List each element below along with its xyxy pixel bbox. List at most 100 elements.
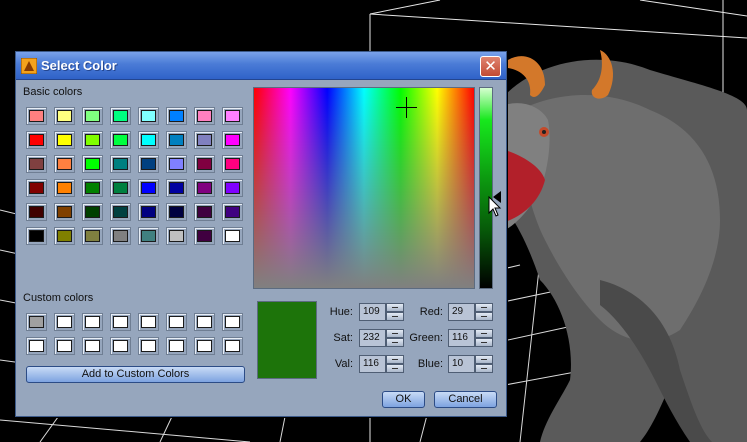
basic-color-swatch[interactable] <box>222 131 243 149</box>
basic-color-swatch[interactable] <box>82 155 103 173</box>
basic-color-swatch[interactable] <box>26 107 47 125</box>
basic-color-swatch[interactable] <box>54 203 75 221</box>
color-spectrum[interactable] <box>253 87 475 289</box>
custom-color-swatch[interactable] <box>138 337 159 355</box>
red-down-button[interactable] <box>475 312 493 321</box>
luminance-bar[interactable] <box>479 87 493 289</box>
basic-color-swatch[interactable] <box>26 131 47 149</box>
basic-color-swatch[interactable] <box>138 203 159 221</box>
basic-color-swatch[interactable] <box>222 179 243 197</box>
custom-color-swatch[interactable] <box>194 313 215 331</box>
custom-color-swatch[interactable] <box>26 337 47 355</box>
blue-value[interactable]: 10 <box>448 355 475 373</box>
basic-color-swatch-fill <box>169 230 184 242</box>
custom-colors-label: Custom colors <box>23 292 94 304</box>
val-value[interactable]: 116 <box>359 355 386 373</box>
basic-color-swatch[interactable] <box>138 131 159 149</box>
basic-color-swatch[interactable] <box>110 203 131 221</box>
basic-color-swatch[interactable] <box>54 227 75 245</box>
basic-color-swatch[interactable] <box>110 227 131 245</box>
custom-color-swatch[interactable] <box>82 337 103 355</box>
basic-color-swatch[interactable] <box>110 131 131 149</box>
custom-color-swatch[interactable] <box>26 313 47 331</box>
basic-color-swatch[interactable] <box>138 155 159 173</box>
close-button[interactable]: ✕ <box>480 56 501 77</box>
title-bar[interactable]: Select Color ✕ <box>16 52 506 80</box>
blue-up-button[interactable] <box>475 355 493 364</box>
sat-label: Sat: <box>333 332 353 344</box>
basic-color-swatch[interactable] <box>166 203 187 221</box>
custom-color-swatch-fill <box>29 340 44 352</box>
green-spinbox[interactable]: 116 <box>448 329 494 347</box>
basic-color-swatch-fill <box>169 110 184 122</box>
basic-color-swatch[interactable] <box>222 107 243 125</box>
basic-color-swatch-fill <box>85 182 100 194</box>
basic-color-swatch[interactable] <box>166 227 187 245</box>
hue-spinbox[interactable]: 109 <box>359 303 405 321</box>
basic-color-swatch[interactable] <box>166 131 187 149</box>
basic-color-swatch[interactable] <box>138 107 159 125</box>
blue-spinbox[interactable]: 10 <box>448 355 494 373</box>
red-up-button[interactable] <box>475 303 493 312</box>
red-spinbox[interactable]: 29 <box>448 303 494 321</box>
sat-value[interactable]: 232 <box>359 329 386 347</box>
basic-color-swatch[interactable] <box>26 179 47 197</box>
cancel-button[interactable]: Cancel <box>434 391 497 408</box>
basic-color-swatch[interactable] <box>222 203 243 221</box>
basic-color-swatch[interactable] <box>26 227 47 245</box>
basic-color-swatch[interactable] <box>110 107 131 125</box>
green-up-button[interactable] <box>475 329 493 338</box>
basic-color-swatch[interactable] <box>166 179 187 197</box>
ok-button[interactable]: OK <box>382 391 425 408</box>
green-down-button[interactable] <box>475 338 493 347</box>
add-to-custom-colors-button[interactable]: Add to Custom Colors <box>26 366 245 383</box>
basic-color-swatch[interactable] <box>82 227 103 245</box>
custom-color-swatch[interactable] <box>166 337 187 355</box>
custom-color-swatch[interactable] <box>110 313 131 331</box>
basic-color-swatch-fill <box>141 110 156 122</box>
basic-color-swatch[interactable] <box>194 155 215 173</box>
basic-color-swatch[interactable] <box>194 131 215 149</box>
blue-down-button[interactable] <box>475 364 493 373</box>
crosshair-icon[interactable] <box>396 97 417 118</box>
basic-color-swatch[interactable] <box>222 155 243 173</box>
custom-color-swatch[interactable] <box>54 337 75 355</box>
basic-color-swatch[interactable] <box>82 131 103 149</box>
basic-color-swatch[interactable] <box>54 179 75 197</box>
basic-color-swatch-fill <box>141 158 156 170</box>
custom-color-swatch[interactable] <box>138 313 159 331</box>
basic-color-swatch[interactable] <box>194 179 215 197</box>
basic-color-swatch-fill <box>141 230 156 242</box>
basic-color-swatch-fill <box>225 158 240 170</box>
custom-color-swatch[interactable] <box>110 337 131 355</box>
hue-value[interactable]: 109 <box>359 303 386 321</box>
red-value[interactable]: 29 <box>448 303 475 321</box>
basic-color-swatch[interactable] <box>222 227 243 245</box>
green-value[interactable]: 116 <box>448 329 475 347</box>
basic-color-swatch[interactable] <box>54 131 75 149</box>
basic-color-swatch[interactable] <box>194 107 215 125</box>
custom-color-swatch[interactable] <box>54 313 75 331</box>
basic-color-swatch[interactable] <box>110 155 131 173</box>
basic-color-swatch[interactable] <box>194 203 215 221</box>
basic-color-swatch[interactable] <box>54 155 75 173</box>
basic-color-swatch[interactable] <box>26 155 47 173</box>
basic-color-swatch[interactable] <box>194 227 215 245</box>
custom-color-swatch[interactable] <box>222 313 243 331</box>
basic-color-swatch[interactable] <box>82 107 103 125</box>
val-spinbox[interactable]: 116 <box>359 355 405 373</box>
custom-color-swatch[interactable] <box>82 313 103 331</box>
basic-color-swatch[interactable] <box>166 107 187 125</box>
basic-color-swatch[interactable] <box>82 179 103 197</box>
custom-color-swatch[interactable] <box>166 313 187 331</box>
basic-color-swatch[interactable] <box>166 155 187 173</box>
custom-color-swatch[interactable] <box>222 337 243 355</box>
basic-color-swatch[interactable] <box>82 203 103 221</box>
basic-color-swatch[interactable] <box>138 179 159 197</box>
basic-color-swatch[interactable] <box>26 203 47 221</box>
sat-spinbox[interactable]: 232 <box>359 329 405 347</box>
basic-color-swatch[interactable] <box>110 179 131 197</box>
basic-color-swatch[interactable] <box>54 107 75 125</box>
basic-color-swatch[interactable] <box>138 227 159 245</box>
custom-color-swatch[interactable] <box>194 337 215 355</box>
